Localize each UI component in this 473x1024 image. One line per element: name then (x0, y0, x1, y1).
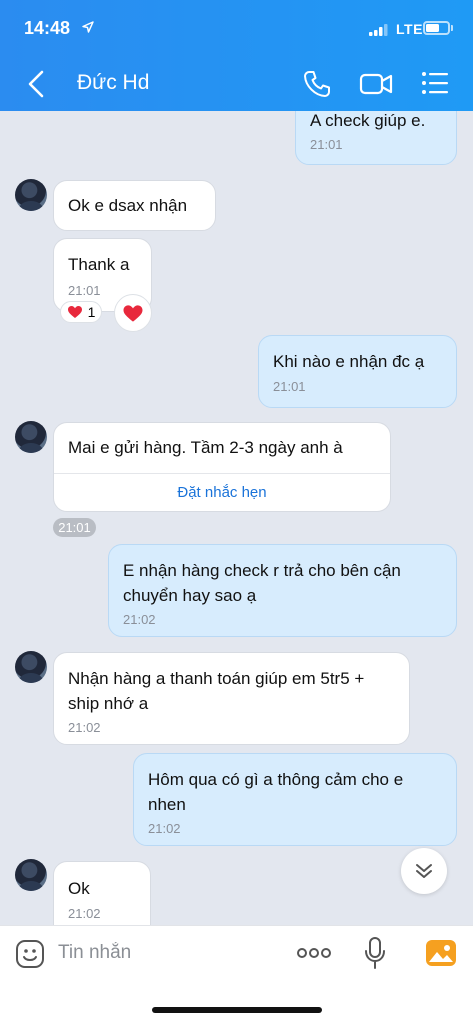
double-chevron-down-icon (416, 864, 432, 878)
network-type: LTE (396, 21, 423, 37)
contact-avatar[interactable] (15, 179, 47, 211)
back-button[interactable] (24, 68, 52, 100)
incoming-message[interactable]: Mai e gửi hàng. Tầm 2-3 ngày anh à Đặt n… (53, 422, 391, 512)
home-indicator (152, 1007, 322, 1013)
scroll-to-bottom-button[interactable] (401, 848, 447, 894)
menu-list-button[interactable] (421, 70, 449, 96)
video-call-button[interactable] (359, 70, 393, 98)
battery-icon (423, 21, 450, 35)
message-time: 21:01 (310, 137, 343, 152)
message-time-pill: 21:01 (53, 518, 96, 537)
message-text: Mai e gửi hàng. Tầm 2-3 ngày anh à (68, 438, 343, 457)
message-text: Thank a (68, 255, 130, 274)
location-arrow-icon (82, 21, 94, 33)
message-input[interactable] (58, 936, 278, 970)
signal-strength-icon (369, 24, 388, 36)
message-time: 21:01 (273, 379, 306, 394)
message-text: E nhận hàng check r trả cho bên cận chuy… (123, 561, 401, 605)
message-text: Hôm qua có gì a thông cảm cho e nhen (148, 770, 404, 814)
message-text: Nhận hàng a thanh toán giúp em 5tr5 + sh… (68, 669, 365, 713)
incoming-message[interactable]: Nhận hàng a thanh toán giúp em 5tr5 + sh… (53, 652, 410, 745)
incoming-message[interactable]: Ok e dsax nhận (53, 180, 216, 231)
message-text: Ok e dsax nhận (68, 196, 188, 215)
microphone-button[interactable] (363, 936, 387, 970)
message-time: 21:02 (148, 821, 181, 836)
outgoing-message[interactable]: A check giúp e. 21:01 (295, 111, 457, 165)
message-time: 21:02 (123, 612, 156, 627)
reaction-summary[interactable]: 1 (60, 301, 102, 323)
sticker-emoji-button[interactable] (14, 938, 46, 970)
incoming-message[interactable]: Ok 21:02 (53, 861, 151, 925)
status-time: 14:48 (24, 18, 71, 38)
photo-gallery-button[interactable] (425, 938, 457, 968)
battery-tip (451, 25, 453, 31)
outgoing-message[interactable]: Hôm qua có gì a thông cảm cho e nhen 21:… (133, 753, 457, 846)
message-time: 21:02 (68, 720, 101, 735)
message-text: Ok (68, 879, 90, 898)
heart-icon (67, 306, 82, 318)
react-heart-button[interactable] (114, 294, 152, 332)
outgoing-message[interactable]: Khi nào e nhận đc ạ 21:01 (258, 335, 457, 408)
message-text: Khi nào e nhận đc ạ (273, 352, 425, 371)
reaction-count: 1 (87, 304, 96, 320)
phone-call-button[interactable] (302, 69, 332, 99)
contact-name[interactable]: Đức Hd (77, 71, 149, 95)
contact-avatar[interactable] (15, 859, 47, 891)
message-list[interactable]: A check giúp e. 21:01 Ok e dsax nhận Tha… (0, 111, 473, 925)
contact-avatar[interactable] (15, 651, 47, 683)
contact-avatar[interactable] (15, 421, 47, 453)
more-options-button[interactable] (296, 938, 332, 968)
message-time: 21:02 (68, 906, 101, 921)
message-canvas: A check giúp e. 21:01 Ok e dsax nhận Tha… (0, 111, 473, 925)
message-text: A check giúp e. (310, 111, 426, 130)
outgoing-message[interactable]: E nhận hàng check r trả cho bên cận chuy… (108, 544, 457, 637)
chat-header: 14:48 LTE Đức Hd (0, 0, 473, 111)
heart-icon (123, 304, 143, 322)
set-reminder-link[interactable]: Đặt nhắc hẹn (54, 473, 390, 511)
